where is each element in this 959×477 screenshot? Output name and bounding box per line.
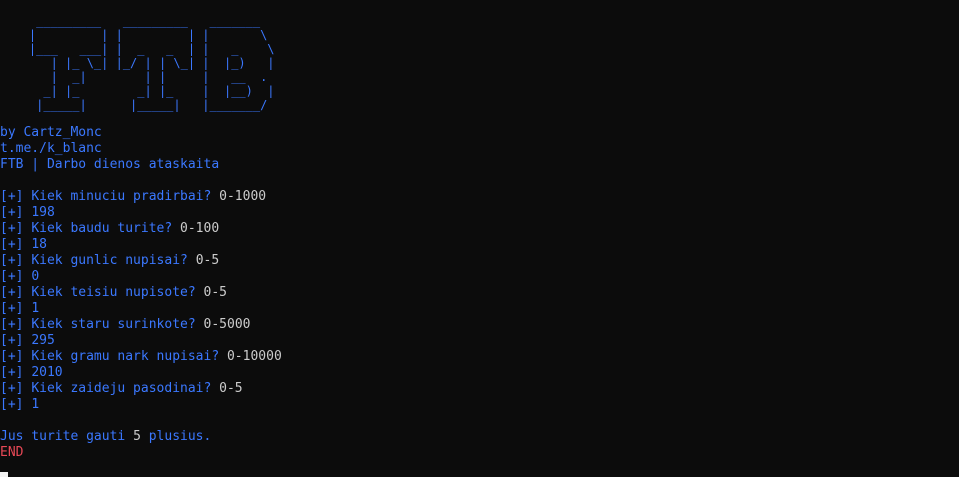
answer-value: 1 (31, 397, 40, 412)
question-range: 0-100 (180, 221, 220, 236)
answer-line: [+] 198 (0, 205, 282, 221)
prompt-prefix: [+] (0, 381, 24, 396)
question-line: [+] Kiek staru surinkote? 0-5000 (0, 317, 282, 333)
question-text: Kiek gramu nark nupisai? (31, 349, 220, 364)
answer-value: 295 (31, 333, 55, 348)
result-line: Jus turite gauti 5 plusius. (0, 429, 282, 445)
question-text: Kiek minuciu pradirbai? (31, 189, 212, 204)
prompt-prefix: [+] (0, 301, 24, 316)
prompt-prefix: [+] (0, 317, 24, 332)
answer-value: 2010 (31, 365, 63, 380)
prompt-prefix: [+] (0, 253, 24, 268)
answer-value: 0 (31, 269, 40, 284)
report-title: FTB | Darbo dienos ataskaita (0, 157, 220, 172)
question-text: Kiek teisiu nupisote? (31, 285, 196, 300)
author-line: by Cartz_Monc (0, 125, 102, 140)
prompt-prefix: [+] (0, 237, 24, 252)
question-text: Kiek gunlic nupisai? (31, 253, 188, 268)
console-output: by Cartz_Monc t.me./k_blanc FTB | Darbo … (0, 125, 282, 461)
answer-line: [+] 1 (0, 301, 282, 317)
question-range: 0-5000 (203, 317, 251, 332)
question-range: 0-10000 (226, 349, 282, 364)
question-line: [+] Kiek gramu nark nupisai? 0-10000 (0, 349, 282, 365)
question-range: 0-5 (203, 285, 227, 300)
question-line: [+] Kiek gunlic nupisai? 0-5 (0, 253, 282, 269)
prompt-prefix: [+] (0, 205, 24, 220)
answer-line: [+] 2010 (0, 365, 282, 381)
answer-line: [+] 295 (0, 333, 282, 349)
question-text: Kiek zaideju pasodinai? (31, 381, 212, 396)
question-line: [+] Kiek teisiu nupisote? 0-5 (0, 285, 282, 301)
link-line[interactable]: t.me./k_blanc (0, 141, 282, 157)
prompt-prefix: [+] (0, 269, 24, 284)
question-range: 0-1000 (219, 189, 267, 204)
answer-line: [+] 0 (0, 269, 282, 285)
prompt-prefix: [+] (0, 349, 24, 364)
answer-value: 18 (31, 237, 47, 252)
answer-line: [+] 18 (0, 237, 282, 253)
answer-line: [+] 1 (0, 397, 282, 413)
prompt-prefix: [+] (0, 221, 24, 236)
question-range: 0-5 (219, 381, 243, 396)
answer-value: 1 (31, 301, 40, 316)
question-line: [+] Kiek zaideju pasodinai? 0-5 (0, 381, 282, 397)
question-text: Kiek staru surinkote? (31, 317, 196, 332)
prompt-prefix: [+] (0, 333, 24, 348)
end-label: END (0, 445, 24, 460)
question-line: [+] Kiek baudu turite? 0-100 (0, 221, 282, 237)
question-line: [+] Kiek minuciu pradirbai? 0-1000 (0, 189, 282, 205)
console-window: _________ _________ _______ | | | | | \ … (0, 0, 959, 477)
answer-value: 198 (31, 205, 55, 220)
question-range: 0-5 (195, 253, 220, 268)
ftb-ascii-banner: _________ _________ _______ | | | | | \ … (28, 14, 275, 112)
prompt-prefix: [+] (0, 285, 24, 300)
prompt-prefix: [+] (0, 365, 24, 380)
result-text-before: Jus turite gauti (0, 429, 126, 444)
prompt-prefix: [+] (0, 189, 24, 204)
question-text: Kiek baudu turite? (31, 221, 173, 236)
text-cursor[interactable] (0, 472, 8, 477)
result-text-after: plusius. (148, 429, 212, 444)
prompt-prefix: [+] (0, 397, 24, 412)
result-value: 5 (133, 429, 141, 444)
report-entries: [+] Kiek minuciu pradirbai? 0-1000 [+] 19… (0, 189, 282, 413)
